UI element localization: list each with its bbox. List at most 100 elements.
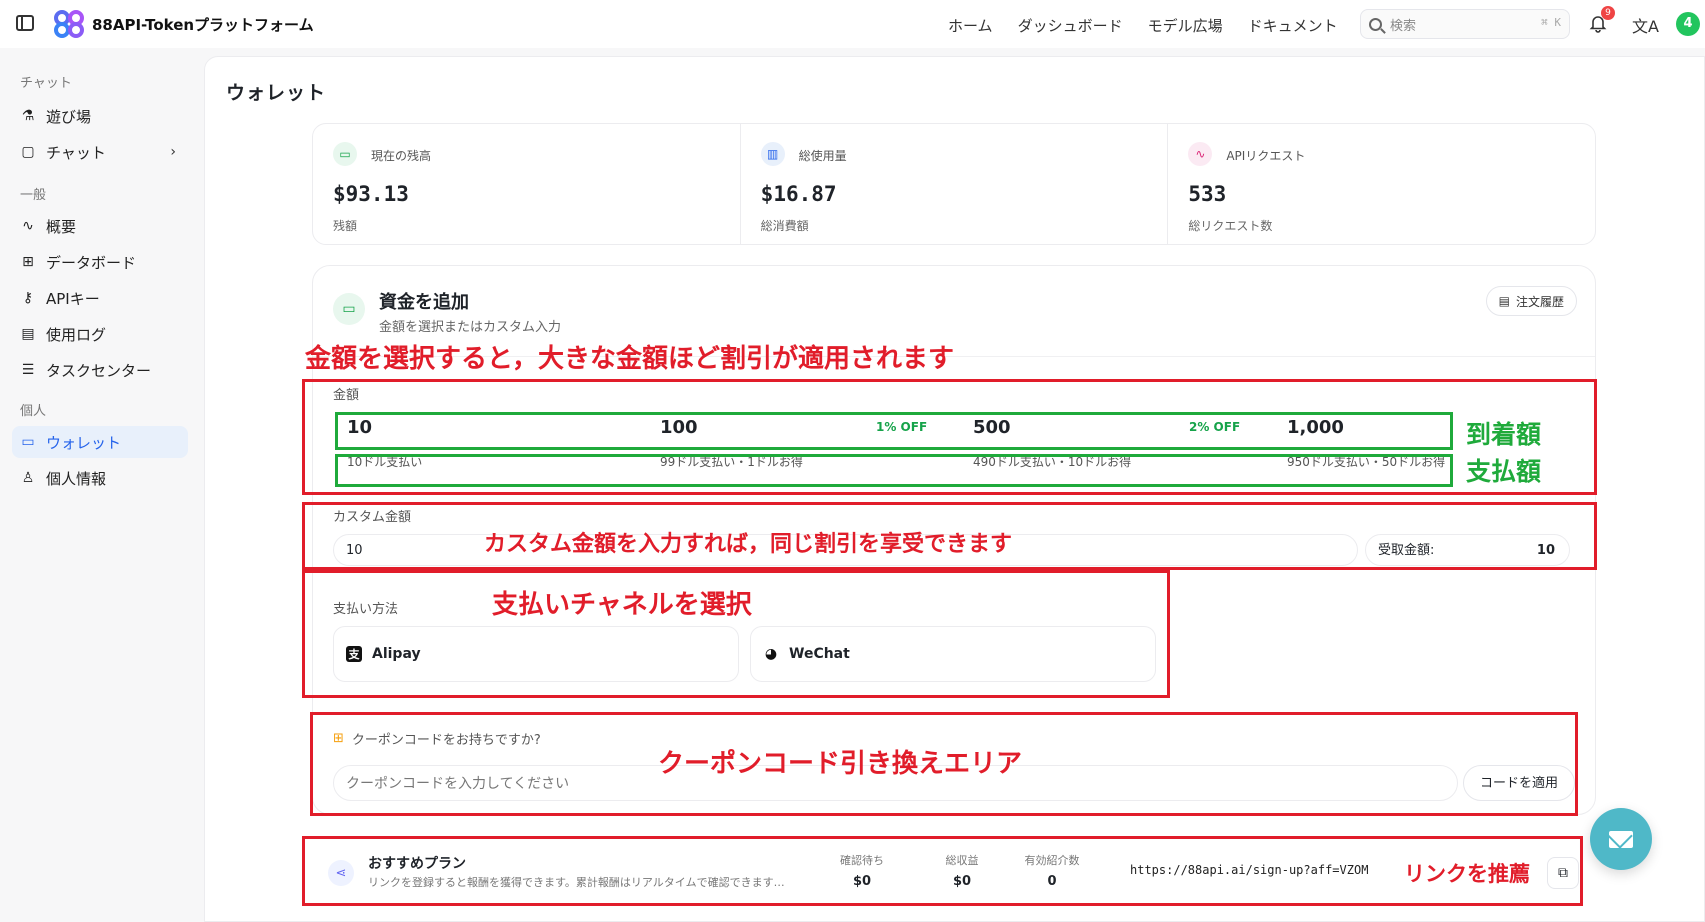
amount-value: 500 bbox=[973, 417, 1011, 438]
coupon-label: ⊞ クーポンコードをお持ちですか? bbox=[333, 729, 541, 748]
coupon-label-text: クーポンコードをお持ちですか? bbox=[351, 733, 541, 748]
search-icon bbox=[1369, 17, 1382, 31]
referral-subtitle: リンクを登録すると報酬を獲得できます。累計報酬はリアルタイムで確認できます… bbox=[368, 876, 785, 889]
flask-icon: ⚗ bbox=[21, 108, 35, 124]
stat-value: 0 bbox=[1047, 874, 1057, 889]
amount-label: 金額 bbox=[333, 388, 360, 403]
payment-alipay[interactable]: 支 Alipay bbox=[333, 626, 739, 682]
receipt-icon: ▤ bbox=[1498, 294, 1510, 308]
user-icon: ♙ bbox=[21, 470, 35, 486]
nav-dashboard[interactable]: ダッシュボード bbox=[1018, 15, 1123, 36]
sidebar-toggle-icon[interactable] bbox=[16, 15, 34, 31]
translate-icon[interactable]: 文A bbox=[1632, 13, 1659, 37]
amount-value: 10 bbox=[347, 417, 373, 438]
sidebar-group-chat: チャット bbox=[20, 76, 72, 91]
stat-sub: 総リクエスト数 bbox=[1188, 219, 1273, 233]
search-shortcut: ⌘ K bbox=[1541, 16, 1561, 29]
stat-usage: ▥ 総使用量 $16.87 総消費額 bbox=[741, 124, 1169, 244]
nav-model-square[interactable]: モデル広場 bbox=[1148, 15, 1223, 36]
stat-value: $16.87 bbox=[760, 182, 837, 206]
discount-badge: 2% OFF bbox=[1189, 420, 1241, 434]
sidebar-item-chat[interactable]: ▢ チャット › bbox=[12, 136, 188, 168]
sidebar-item-label: データボード bbox=[46, 253, 137, 272]
order-history-label: 注文履歴 bbox=[1515, 294, 1564, 309]
wechat-icon: ◕ bbox=[763, 646, 779, 662]
search-input[interactable]: 検索 ⌘ K bbox=[1360, 9, 1570, 39]
copy-icon[interactable]: ⧉ bbox=[1547, 857, 1579, 889]
receive-amount: 受取金額: 10 bbox=[1365, 534, 1570, 566]
top-bar: 88API-Tokenプラットフォーム ホーム ダッシュボード モデル広場 ドキ… bbox=[0, 0, 1705, 48]
referral-link[interactable]: https://88api.ai/sign-up?aff=VZOM bbox=[1130, 863, 1368, 877]
amount-option[interactable]: 500 2% OFF 490ドル支払い・10ドルお得 bbox=[959, 411, 1259, 469]
order-history-button[interactable]: ▤ 注文履歴 bbox=[1485, 286, 1577, 316]
wallet-icon: ▭ bbox=[333, 293, 365, 325]
payment-wechat[interactable]: ◕ WeChat bbox=[750, 626, 1156, 682]
amount-value: 100 bbox=[660, 417, 698, 438]
annotation-amount-note: 金額を選択すると，大きな金額ほど割引が適用されます bbox=[305, 344, 954, 374]
sidebar-item-label: タスクセンター bbox=[46, 361, 152, 380]
top-nav: ホーム ダッシュボード モデル広場 ドキュメント bbox=[948, 15, 1338, 36]
payment-method-label: 支払い方法 bbox=[333, 602, 399, 617]
referral-total: 総収益 $0 bbox=[922, 852, 1002, 889]
search-placeholder: 検索 bbox=[1390, 18, 1417, 34]
sidebar-group-personal: 個人 bbox=[20, 404, 47, 419]
chat-bubble-icon: ▢ bbox=[21, 144, 35, 160]
sidebar-item-databoard[interactable]: ⊞ データボード bbox=[12, 246, 188, 278]
stat-balance: ▭ 現在の残高 $93.13 残額 bbox=[313, 124, 741, 244]
stat-value: $0 bbox=[952, 874, 972, 889]
sidebar-item-profile[interactable]: ♙ 個人情報 bbox=[12, 462, 188, 494]
payment-label: Alipay bbox=[372, 646, 421, 662]
amount-pay: 99ドル支払い・1ドルお得 bbox=[660, 455, 803, 469]
support-chat-button[interactable] bbox=[1590, 808, 1652, 870]
sidebar-item-overview[interactable]: ∿ 概要 bbox=[12, 210, 188, 242]
sidebar-item-playground[interactable]: ⚗ 遊び場 bbox=[12, 100, 188, 132]
receive-label: 受取金額: bbox=[1378, 543, 1435, 558]
pulse-icon: ∿ bbox=[1188, 142, 1213, 166]
referral-title: おすすめプラン bbox=[368, 856, 466, 872]
stat-label: APIリクエスト bbox=[1226, 149, 1306, 163]
sidebar-item-task-center[interactable]: ☰ タスクセンター bbox=[12, 354, 188, 386]
sidebar-item-usage-log[interactable]: ▤ 使用ログ bbox=[12, 318, 188, 350]
alipay-icon: 支 bbox=[346, 646, 362, 662]
apply-coupon-button[interactable]: コードを適用 bbox=[1463, 765, 1575, 801]
amount-pay: 10ドル支払い bbox=[347, 455, 423, 469]
chevron-right-icon: › bbox=[170, 144, 176, 160]
amount-options: 10 10ドル支払い 100 1% OFF 99ドル支払い・1ドルお得 500 … bbox=[333, 411, 1578, 471]
sidebar-item-label: 個人情報 bbox=[46, 469, 107, 488]
sidebar-item-label: ウォレット bbox=[46, 433, 122, 452]
sidebar-group-general: 一般 bbox=[20, 188, 47, 203]
annotation-arrival-label: 到着額 bbox=[1466, 420, 1542, 449]
amount-option[interactable]: 100 1% OFF 99ドル支払い・1ドルお得 bbox=[646, 411, 946, 469]
referral-pending: 確認待ち $0 bbox=[822, 852, 902, 889]
amount-pay: 950ドル支払い・50ドルお得 bbox=[1287, 455, 1446, 469]
logo-icon bbox=[54, 10, 84, 38]
nav-docs[interactable]: ドキュメント bbox=[1248, 15, 1338, 36]
document-icon: ▤ bbox=[21, 326, 35, 342]
list-check-icon: ☰ bbox=[21, 362, 35, 378]
wallet-icon: ▭ bbox=[21, 434, 35, 450]
payment-label: WeChat bbox=[789, 646, 850, 662]
annotation-coupon-note: クーポンコード引き換えエリア bbox=[658, 749, 1023, 779]
annotation-referral-note: リンクを推薦 bbox=[1404, 862, 1530, 886]
stat-value: $93.13 bbox=[333, 182, 409, 206]
stat-label: 有効紹介数 bbox=[1024, 854, 1080, 867]
topup-subtitle: 金額を選択またはカスタム入力 bbox=[379, 320, 562, 335]
sidebar-item-wallet[interactable]: ▭ ウォレット bbox=[12, 426, 188, 458]
share-icon: ⋖ bbox=[328, 860, 354, 886]
envelope-icon bbox=[1609, 830, 1633, 848]
receive-value: 10 bbox=[1536, 543, 1555, 558]
custom-amount-label: カスタム金額 bbox=[333, 510, 412, 525]
activity-icon: ∿ bbox=[22, 218, 34, 234]
amount-option[interactable]: 10 10ドル支払い bbox=[333, 411, 633, 469]
referral-valid: 有効紹介数 0 bbox=[1012, 852, 1092, 889]
stat-label: 現在の残高 bbox=[371, 149, 432, 163]
discount-badge: 1% OFF bbox=[876, 420, 928, 434]
stat-sub: 残額 bbox=[333, 219, 358, 233]
stats-card: ▭ 現在の残高 $93.13 残額 ▥ 総使用量 $16.87 総消費額 ∿ A… bbox=[312, 123, 1596, 245]
sidebar-item-api-keys[interactable]: ⚷ APIキー bbox=[12, 282, 188, 314]
avatar[interactable]: 4 bbox=[1676, 12, 1700, 36]
stat-requests: ∿ APIリクエスト 533 総リクエスト数 bbox=[1168, 124, 1595, 244]
nav-home[interactable]: ホーム bbox=[948, 15, 993, 36]
stat-sub: 総消費額 bbox=[760, 219, 809, 233]
stat-value: $0 bbox=[852, 874, 872, 889]
